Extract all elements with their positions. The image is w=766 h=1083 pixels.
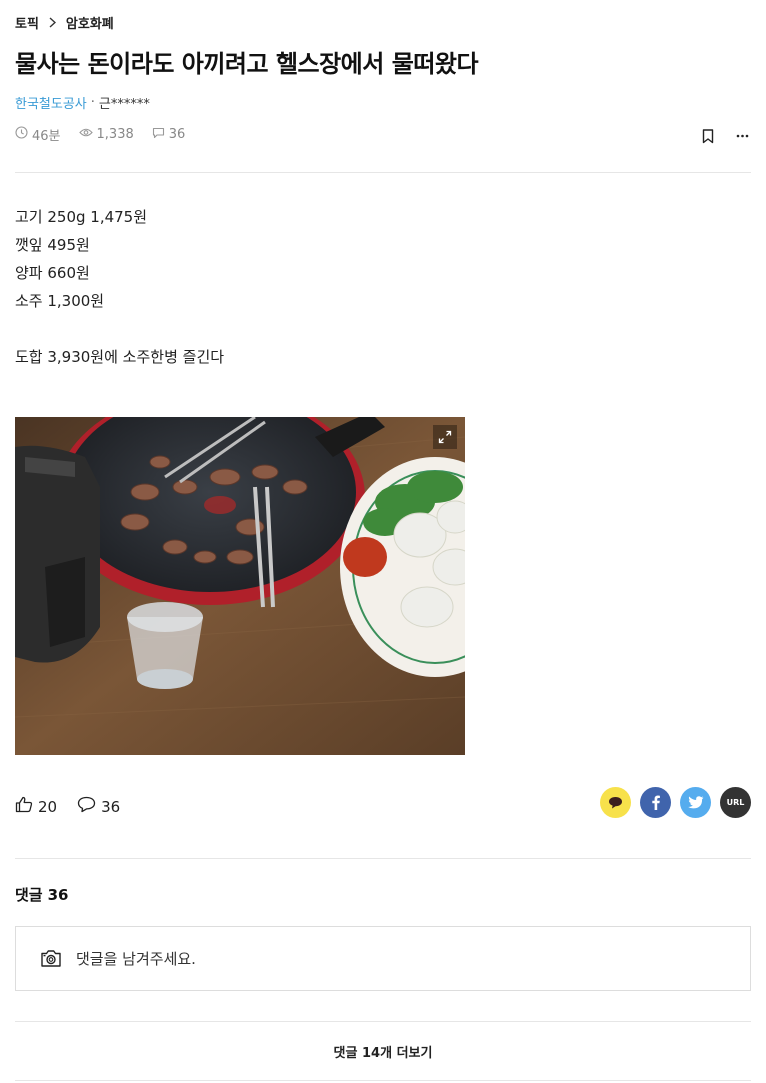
comment-icon [77,796,101,817]
more-icon[interactable] [733,127,751,145]
stat-time-value: 46분 [32,129,61,144]
comment-input-placeholder: 댓글을 남겨주세요. [76,950,196,968]
post-title: 물사는 돈이라도 아끼려고 헬스장에서 물떠왔다 [15,50,479,78]
author-company[interactable]: 한국철도공사 [15,93,87,112]
post-author: 한국철도공사 · 근****** [15,93,150,112]
post-actions [683,127,751,145]
body-line-blank [15,315,224,343]
thumbs-up-icon [15,796,38,817]
photo-scene [15,417,465,755]
expand-icon[interactable] [433,425,457,449]
body-line: 깻잎 495원 [15,236,90,254]
header-divider [15,172,751,173]
post-body: 고기 250g 1,475원 깻잎 495원 양파 660원 소주 1,300원… [15,203,224,371]
breadcrumb-item-topic[interactable]: 토픽 [15,13,39,32]
comments-heading-count: 36 [47,886,69,904]
author-nickname: 근****** [98,97,150,112]
kakaotalk-share-button[interactable] [600,787,631,818]
share-buttons: URL [591,787,751,818]
post-stats: 46분 1,338 36 [15,125,203,144]
body-line: 소주 1,300원 [15,292,105,310]
body-line: 고기 250g 1,475원 [15,208,148,226]
chevron-right-icon [49,17,56,28]
camera-icon[interactable] [40,949,62,968]
bookmark-icon[interactable] [699,127,717,145]
breadcrumb: 토픽 암호화폐 [15,13,114,32]
reactions-divider [15,858,751,859]
comment-button[interactable]: 36 [77,796,120,817]
eye-icon [78,127,97,142]
comment-input[interactable]: 댓글을 남겨주세요. [15,926,751,991]
like-button[interactable]: 20 [15,796,57,817]
url-copy-button[interactable]: URL [720,787,751,818]
more-comments-button[interactable]: 댓글 14개 더보기 [15,1021,751,1081]
twitter-share-button[interactable] [680,787,711,818]
comments-heading-label: 댓글 [15,886,43,904]
comments-heading: 댓글 36 [15,884,68,905]
post-photo[interactable] [15,417,465,755]
author-separator: · [90,95,95,110]
stat-views-value: 1,338 [96,127,134,142]
like-count: 20 [38,797,58,816]
facebook-share-button[interactable] [640,787,671,818]
twitter-icon [687,796,703,809]
stat-views: 1,338 [78,127,134,142]
facebook-icon [651,795,660,810]
breadcrumb-item-crypto[interactable]: 암호화폐 [66,13,114,32]
stat-time: 46분 [15,125,61,144]
stat-comments-value: 36 [168,127,186,142]
kakaotalk-icon [609,797,622,809]
comment-count: 36 [101,797,121,816]
body-line: 양파 660원 [15,264,90,282]
post-reactions: 20 36 [15,796,140,817]
clock-icon [15,126,32,143]
stat-comments: 36 [152,127,186,143]
comment-icon [152,127,169,143]
body-line: 도합 3,930원에 소주한병 즐긴다 [15,348,225,366]
